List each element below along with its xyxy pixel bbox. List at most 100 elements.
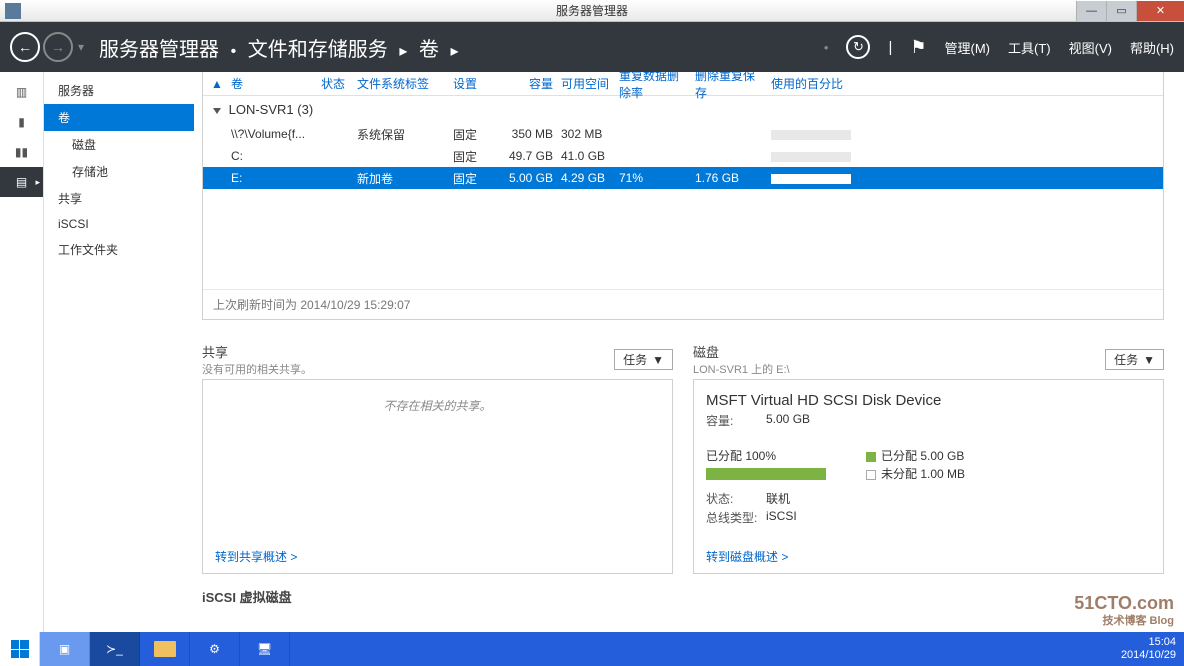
cell-vol: \\?\Volume{f... [227,127,317,141]
task-explorer[interactable] [140,632,190,666]
main-area: ▲ 卷 状态 文件系统标签 设置 容量 可用空间 重复数据删除率 删除重复保存 … [194,72,1184,632]
cap-value: 5.00 GB [766,412,810,429]
chevron-right-icon: • [231,43,237,60]
icon-sidebar: ▥ ▮ ▮▮ ▤ [0,72,44,632]
volume-row[interactable]: C: 固定49.7 GB41.0 GB [203,145,1163,167]
close-button[interactable]: ✕ [1136,1,1184,21]
refresh-icon[interactable]: ↻ [846,35,870,59]
cell-save: 1.76 GB [691,171,767,185]
cell-setting: 固定 [449,126,499,143]
menu-help[interactable]: 帮助(H) [1130,38,1174,57]
col-capacity[interactable]: 容量 [499,75,557,92]
sidebar-item-servers[interactable]: 服务器 [44,77,194,104]
volumes-panel: ▲ 卷 状态 文件系统标签 设置 容量 可用空间 重复数据删除率 删除重复保存 … [202,72,1164,320]
tasks-label: 任务 [1114,351,1138,368]
breadcrumb-l2[interactable]: 卷 [419,39,439,61]
share-tasks-button[interactable]: 任务 ▼ [614,349,673,370]
dropdown-icon: ▼ [1143,353,1155,367]
col-volume[interactable]: 卷 [227,75,317,92]
volume-row[interactable]: \\?\Volume{f...系统保留固定350 MB302 MB [203,123,1163,145]
refresh-time: 上次刷新时间为 2014/10/29 15:29:07 [203,289,1163,319]
window-title: 服务器管理器 [556,2,628,19]
menu-manage[interactable]: 管理(M) [945,38,991,57]
history-dropdown-icon[interactable]: ▾ [78,40,84,54]
col-free[interactable]: 可用空间 [557,75,615,92]
share-panel: 共享 没有可用的相关共享。 任务 ▼ 不存在相关的共享。 转到共享概述 > [202,342,673,574]
sidebar-item-pools[interactable]: 存储池 [44,158,194,185]
goto-disks-link[interactable]: 转到磁盘概述 > [706,548,788,565]
system-tray[interactable]: 15:04 2014/10/29 [1113,634,1184,664]
alloc-label: 已分配 100% [706,447,826,464]
sidebar-item-shares[interactable]: 共享 [44,185,194,212]
col-setting[interactable]: 设置 [449,75,499,92]
sidebar-item-workfolders[interactable]: 工作文件夹 [44,236,194,263]
col-status[interactable]: 状态 [317,75,353,92]
forward-button[interactable]: → [43,32,73,62]
col-usage[interactable]: 使用的百分比 [767,75,867,92]
cell-capacity: 49.7 GB [499,149,557,163]
cell-usage [767,149,867,163]
start-button[interactable] [0,632,40,666]
task-app1[interactable]: ⚙ [190,632,240,666]
disk-subtitle: LON-SVR1 上的 E:\ [693,361,790,377]
disk-title: 磁盘 [693,342,790,361]
task-powershell[interactable]: ≻_ [90,632,140,666]
cell-vol: C: [227,149,317,163]
cell-capacity: 5.00 GB [499,171,557,185]
alloc-bar [706,468,826,480]
task-app2[interactable]: 🖥 [240,632,290,666]
iconbar-all[interactable]: ▮▮ [0,137,43,167]
col-dedup-rate[interactable]: 重复数据删除率 [615,72,691,101]
sidebar-item-disks[interactable]: 磁盘 [44,131,194,158]
col-dedup-save[interactable]: 删除重复保存 [691,72,767,101]
share-title: 共享 [202,342,312,361]
sidebar: 服务器 卷 磁盘 存储池 共享 iSCSI 工作文件夹 [44,72,194,632]
disk-device: MSFT Virtual HD SCSI Disk Device [706,392,1151,409]
toolbar: ← → ▾ 服务器管理器 • 文件和存储服务 ▸ 卷 ▸ • ↻ | ⚑ 管理(… [0,22,1184,72]
minimize-button[interactable]: — [1076,1,1106,21]
breadcrumb-l1[interactable]: 文件和存储服务 [248,39,388,61]
flag-icon[interactable]: ⚑ [910,37,926,58]
cell-setting: 固定 [449,170,499,187]
menu-view[interactable]: 视图(V) [1069,38,1112,57]
iconbar-dashboard[interactable]: ▥ [0,77,43,107]
maximize-button[interactable]: ▭ [1106,1,1136,21]
share-subtitle: 没有可用的相关共享。 [202,361,312,377]
sidebar-item-iscsi[interactable]: iSCSI [44,212,194,236]
iscsi-section-title: iSCSI 虚拟磁盘 [202,587,1164,606]
cell-free: 41.0 GB [557,149,615,163]
chevron-right-icon: ▸ [450,43,458,60]
cell-setting: 固定 [449,148,499,165]
expand-icon[interactable] [213,108,221,114]
chevron-right-icon: ▸ [399,43,407,60]
cell-fslabel: 系统保留 [353,126,449,143]
col-fslabel[interactable]: 文件系统标签 [353,75,449,92]
status-label: 状态: [706,490,766,507]
legend-alloc-swatch [866,452,876,462]
iconbar-local[interactable]: ▮ [0,107,43,137]
sidebar-item-volumes[interactable]: 卷 [44,104,194,131]
group-name: LON-SVR1 (3) [229,102,314,117]
share-empty: 不存在相关的共享。 [215,397,660,414]
app-icon [5,3,21,19]
menu-tools[interactable]: 工具(T) [1008,38,1051,57]
cell-usage [767,127,867,141]
legend-alloc: 已分配 5.00 GB [881,449,964,463]
tasks-label: 任务 [623,351,647,368]
taskbar: ▣ ≻_ ⚙ 🖥 15:04 2014/10/29 [0,632,1184,666]
back-button[interactable]: ← [10,32,40,62]
sort-asc-icon[interactable]: ▲ [207,77,227,91]
cell-usage [767,171,867,185]
cell-dedup: 71% [615,171,691,185]
volume-row[interactable]: E:新加卷固定5.00 GB4.29 GB71%1.76 GB [203,167,1163,189]
iconbar-files[interactable]: ▤ [0,167,43,197]
cell-capacity: 350 MB [499,127,557,141]
task-servermanager[interactable]: ▣ [40,632,90,666]
cell-vol: E: [227,171,317,185]
table-header: ▲ 卷 状态 文件系统标签 设置 容量 可用空间 重复数据删除率 删除重复保存 … [203,72,1163,96]
disk-tasks-button[interactable]: 任务 ▼ [1105,349,1164,370]
legend-unalloc: 未分配 1.00 MB [881,467,965,481]
goto-shares-link[interactable]: 转到共享概述 > [215,548,297,565]
breadcrumb: 服务器管理器 • 文件和存储服务 ▸ 卷 ▸ [99,33,464,62]
breadcrumb-app[interactable]: 服务器管理器 [99,39,219,61]
